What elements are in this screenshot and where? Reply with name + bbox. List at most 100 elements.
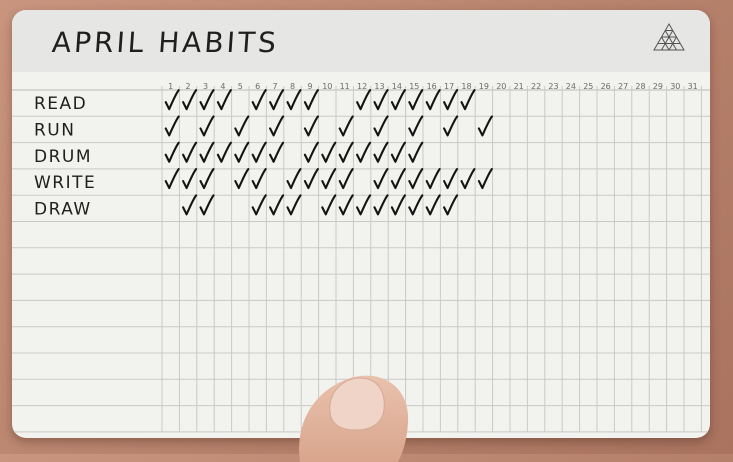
day-label: 29 <box>653 82 663 91</box>
check-mark <box>164 89 180 111</box>
check-mark <box>182 168 198 190</box>
habit-label: WRITE <box>34 173 96 193</box>
check-mark <box>321 141 337 163</box>
check-mark <box>338 141 354 163</box>
check-mark <box>269 89 285 111</box>
day-label: 18 <box>461 82 471 91</box>
check-mark <box>477 168 493 190</box>
habit-label: READ <box>34 94 87 114</box>
check-mark <box>408 89 424 111</box>
check-mark <box>477 115 493 137</box>
check-mark <box>425 168 441 190</box>
check-mark <box>216 89 232 111</box>
check-mark <box>443 89 459 111</box>
check-mark <box>390 168 406 190</box>
check-mark <box>286 194 302 216</box>
check-mark <box>443 168 459 190</box>
check-mark <box>216 141 232 163</box>
day-label: 27 <box>618 82 628 91</box>
day-label: 16 <box>427 82 437 91</box>
check-mark <box>338 115 354 137</box>
day-label: 10 <box>322 82 332 91</box>
day-label: 22 <box>531 82 541 91</box>
check-mark <box>251 194 267 216</box>
thumb <box>299 375 409 462</box>
check-mark <box>182 194 198 216</box>
check-mark <box>443 115 459 137</box>
check-mark <box>390 89 406 111</box>
day-label: 21 <box>514 82 524 91</box>
day-label: 11 <box>340 82 350 91</box>
check-mark <box>164 141 180 163</box>
day-label: 6 <box>255 82 260 91</box>
habit-label: DRAW <box>34 199 92 219</box>
check-mark <box>338 168 354 190</box>
check-mark <box>251 141 267 163</box>
check-mark <box>356 141 372 163</box>
day-label: 24 <box>566 82 576 91</box>
check-mark <box>390 141 406 163</box>
check-mark <box>269 115 285 137</box>
day-label: 19 <box>479 82 489 91</box>
day-label: 4 <box>220 82 225 91</box>
check-mark <box>373 115 389 137</box>
day-label: 3 <box>203 82 208 91</box>
check-mark <box>356 194 372 216</box>
check-mark <box>303 141 319 163</box>
check-mark <box>199 115 215 137</box>
check-mark <box>286 89 302 111</box>
check-mark <box>373 168 389 190</box>
check-mark <box>303 89 319 111</box>
day-label: 9 <box>307 82 312 91</box>
check-mark <box>460 168 476 190</box>
check-mark <box>321 168 337 190</box>
check-mark <box>408 194 424 216</box>
check-mark <box>460 89 476 111</box>
day-label: 1 <box>168 82 173 91</box>
check-mark <box>373 89 389 111</box>
check-mark <box>425 194 441 216</box>
day-label: 20 <box>496 82 506 91</box>
day-label: 14 <box>392 82 402 91</box>
check-mark <box>234 168 250 190</box>
check-mark <box>303 168 319 190</box>
day-label: 17 <box>444 82 454 91</box>
day-label: 7 <box>273 82 278 91</box>
check-mark <box>199 194 215 216</box>
check-mark <box>251 168 267 190</box>
check-mark <box>408 115 424 137</box>
check-mark <box>373 194 389 216</box>
day-label: 23 <box>548 82 558 91</box>
check-mark <box>390 194 406 216</box>
check-mark <box>234 141 250 163</box>
check-mark <box>182 141 198 163</box>
check-mark <box>425 89 441 111</box>
day-label: 15 <box>409 82 419 91</box>
day-label: 30 <box>670 82 680 91</box>
day-label: 2 <box>186 82 191 91</box>
check-mark <box>199 141 215 163</box>
check-mark <box>269 194 285 216</box>
check-mark <box>199 168 215 190</box>
habit-label: DRUM <box>34 147 92 167</box>
check-mark <box>164 168 180 190</box>
day-label: 28 <box>635 82 645 91</box>
day-label: 25 <box>583 82 593 91</box>
day-label: 8 <box>290 82 295 91</box>
habit-label: RUN <box>34 120 75 140</box>
check-mark <box>234 115 250 137</box>
check-mark <box>408 141 424 163</box>
day-label: 31 <box>688 82 698 91</box>
day-label: 12 <box>357 82 367 91</box>
check-mark <box>356 89 372 111</box>
check-mark <box>164 115 180 137</box>
check-mark <box>408 168 424 190</box>
check-mark <box>373 141 389 163</box>
check-mark <box>321 194 337 216</box>
check-mark <box>199 89 215 111</box>
day-label: 13 <box>374 82 384 91</box>
check-mark <box>182 89 198 111</box>
day-label: 5 <box>238 82 243 91</box>
check-mark <box>269 141 285 163</box>
day-label: 26 <box>601 82 611 91</box>
